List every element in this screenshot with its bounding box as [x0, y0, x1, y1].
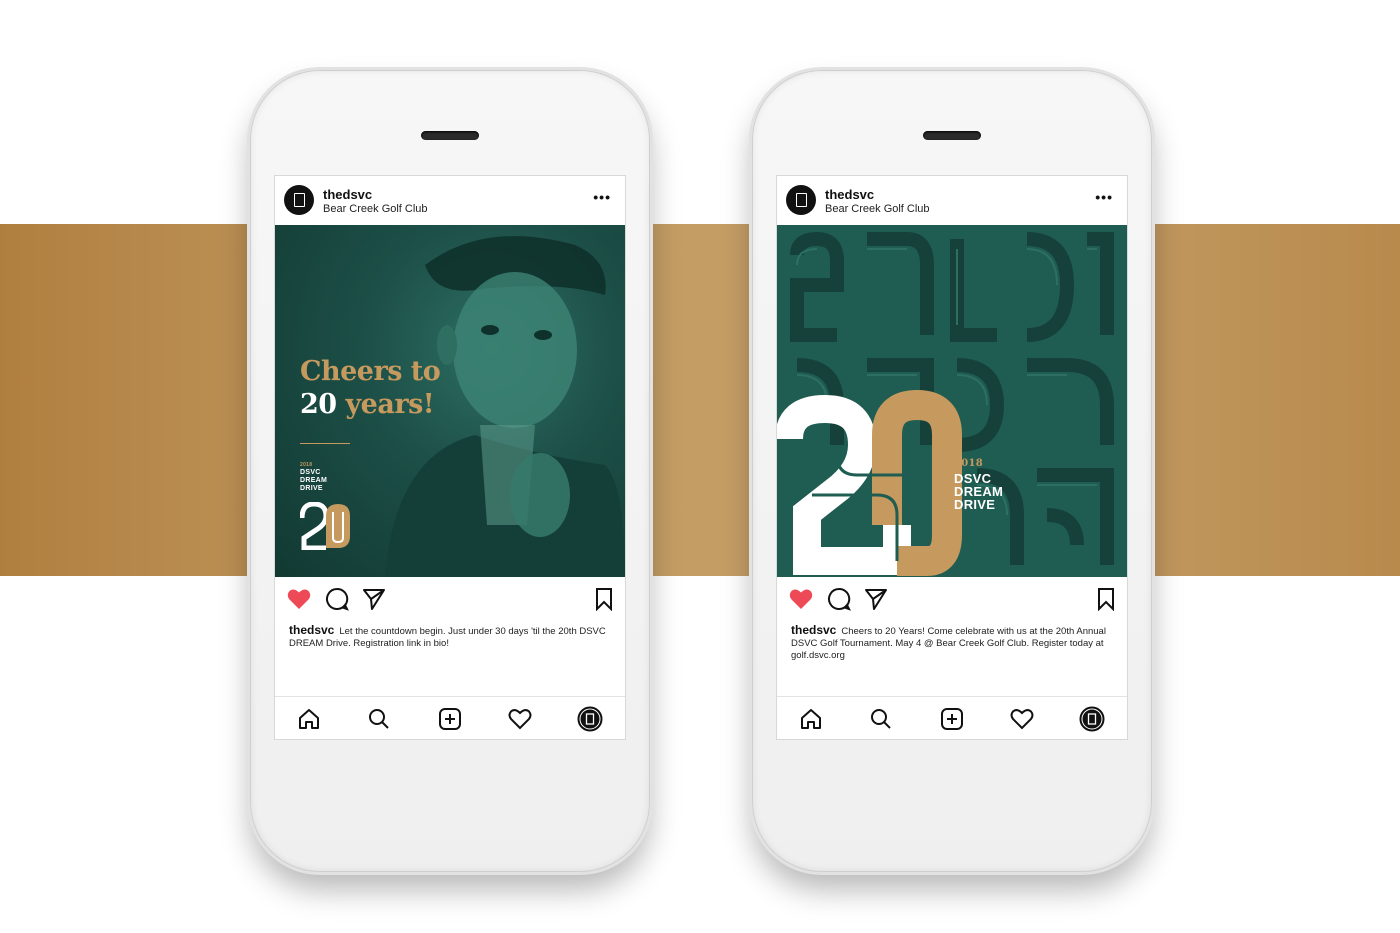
comment-icon[interactable]: [826, 586, 852, 612]
post-location[interactable]: Bear Creek Golf Club: [825, 203, 930, 215]
twenty-logo-mark: [300, 502, 350, 550]
activity-heart-icon[interactable]: [507, 706, 533, 732]
share-icon[interactable]: [361, 586, 387, 612]
event-logo-text: 2018 DSVC DREAM DRIVE: [300, 461, 327, 493]
gold-background-band: [0, 224, 1400, 576]
event-year: 2018: [954, 458, 984, 469]
brand-logo-icon: [293, 193, 305, 207]
home-icon[interactable]: [296, 706, 322, 732]
instagram-post-screen: thedsvc Bear Creek Golf Club •••: [274, 175, 626, 740]
search-icon[interactable]: [366, 706, 392, 732]
caption-text: Cheers to 20 Years! Come celebrate with …: [791, 626, 1106, 661]
share-icon[interactable]: [863, 586, 889, 612]
post-action-bar: [275, 586, 625, 616]
post-username[interactable]: thedsvc: [323, 187, 372, 202]
post-image[interactable]: Cheers to 20 years! 2018 DSVC DREAM DRIV…: [275, 225, 625, 577]
bookmark-icon[interactable]: [591, 586, 617, 612]
heart-filled-icon[interactable]: [788, 586, 814, 612]
post-header: thedsvc Bear Creek Golf Club •••: [275, 176, 625, 225]
event-line-1: DSVC: [300, 469, 321, 476]
home-icon[interactable]: [798, 706, 824, 732]
more-options-icon[interactable]: •••: [1095, 189, 1113, 205]
post-header: thedsvc Bear Creek Golf Club •••: [777, 176, 1127, 225]
event-year: 2018: [300, 462, 313, 468]
phone-mockup-left: thedsvc Bear Creek Golf Club ••• Cheers …: [250, 70, 650, 872]
geometric-pattern-graphic: [777, 231, 1114, 576]
more-options-icon[interactable]: •••: [593, 189, 611, 205]
headline-text: Cheers to 20 years!: [300, 355, 441, 421]
instagram-post-screen: thedsvc Bear Creek Golf Club •••: [776, 175, 1128, 740]
add-post-icon[interactable]: [939, 706, 965, 732]
heart-filled-icon[interactable]: [286, 586, 312, 612]
event-logo-text: 2018 DSVC DREAM DRIVE: [954, 457, 1003, 511]
headline-number: 20: [300, 389, 337, 420]
caption-text: Let the countdown begin. Just under 30 d…: [289, 626, 606, 649]
event-line-3: DRIVE: [954, 497, 996, 512]
event-line-2: DREAM: [300, 477, 328, 484]
comment-icon[interactable]: [324, 586, 350, 612]
profile-avatar-icon[interactable]: [577, 706, 603, 732]
post-image[interactable]: 2018 DSVC DREAM DRIVE: [777, 225, 1127, 577]
bottom-tab-bar: [275, 696, 625, 741]
caption-username[interactable]: thedsvc: [791, 623, 836, 637]
profile-avatar[interactable]: [786, 185, 816, 215]
headline-line-1: Cheers to: [300, 356, 441, 387]
event-line-3: DRIVE: [300, 485, 323, 492]
post-username[interactable]: thedsvc: [825, 187, 874, 202]
brand-logo-icon: [795, 193, 807, 207]
post-caption: thedsvc Let the countdown begin. Just und…: [289, 624, 613, 650]
caption-username[interactable]: thedsvc: [289, 623, 334, 637]
divider-rule: [300, 443, 350, 444]
profile-avatar[interactable]: [284, 185, 314, 215]
phone-speaker: [923, 131, 981, 140]
headline-years: years!: [345, 389, 435, 420]
activity-heart-icon[interactable]: [1009, 706, 1035, 732]
phone-speaker: [421, 131, 479, 140]
post-action-bar: [777, 586, 1127, 616]
add-post-icon[interactable]: [437, 706, 463, 732]
post-location[interactable]: Bear Creek Golf Club: [323, 203, 428, 215]
post-caption: thedsvc Cheers to 20 Years! Come celebrat…: [791, 624, 1115, 662]
profile-avatar-icon[interactable]: [1079, 706, 1105, 732]
search-icon[interactable]: [868, 706, 894, 732]
bookmark-icon[interactable]: [1093, 586, 1119, 612]
phone-mockup-right: thedsvc Bear Creek Golf Club ••• 2018 DS…: [752, 70, 1152, 872]
bottom-tab-bar: [777, 696, 1127, 741]
